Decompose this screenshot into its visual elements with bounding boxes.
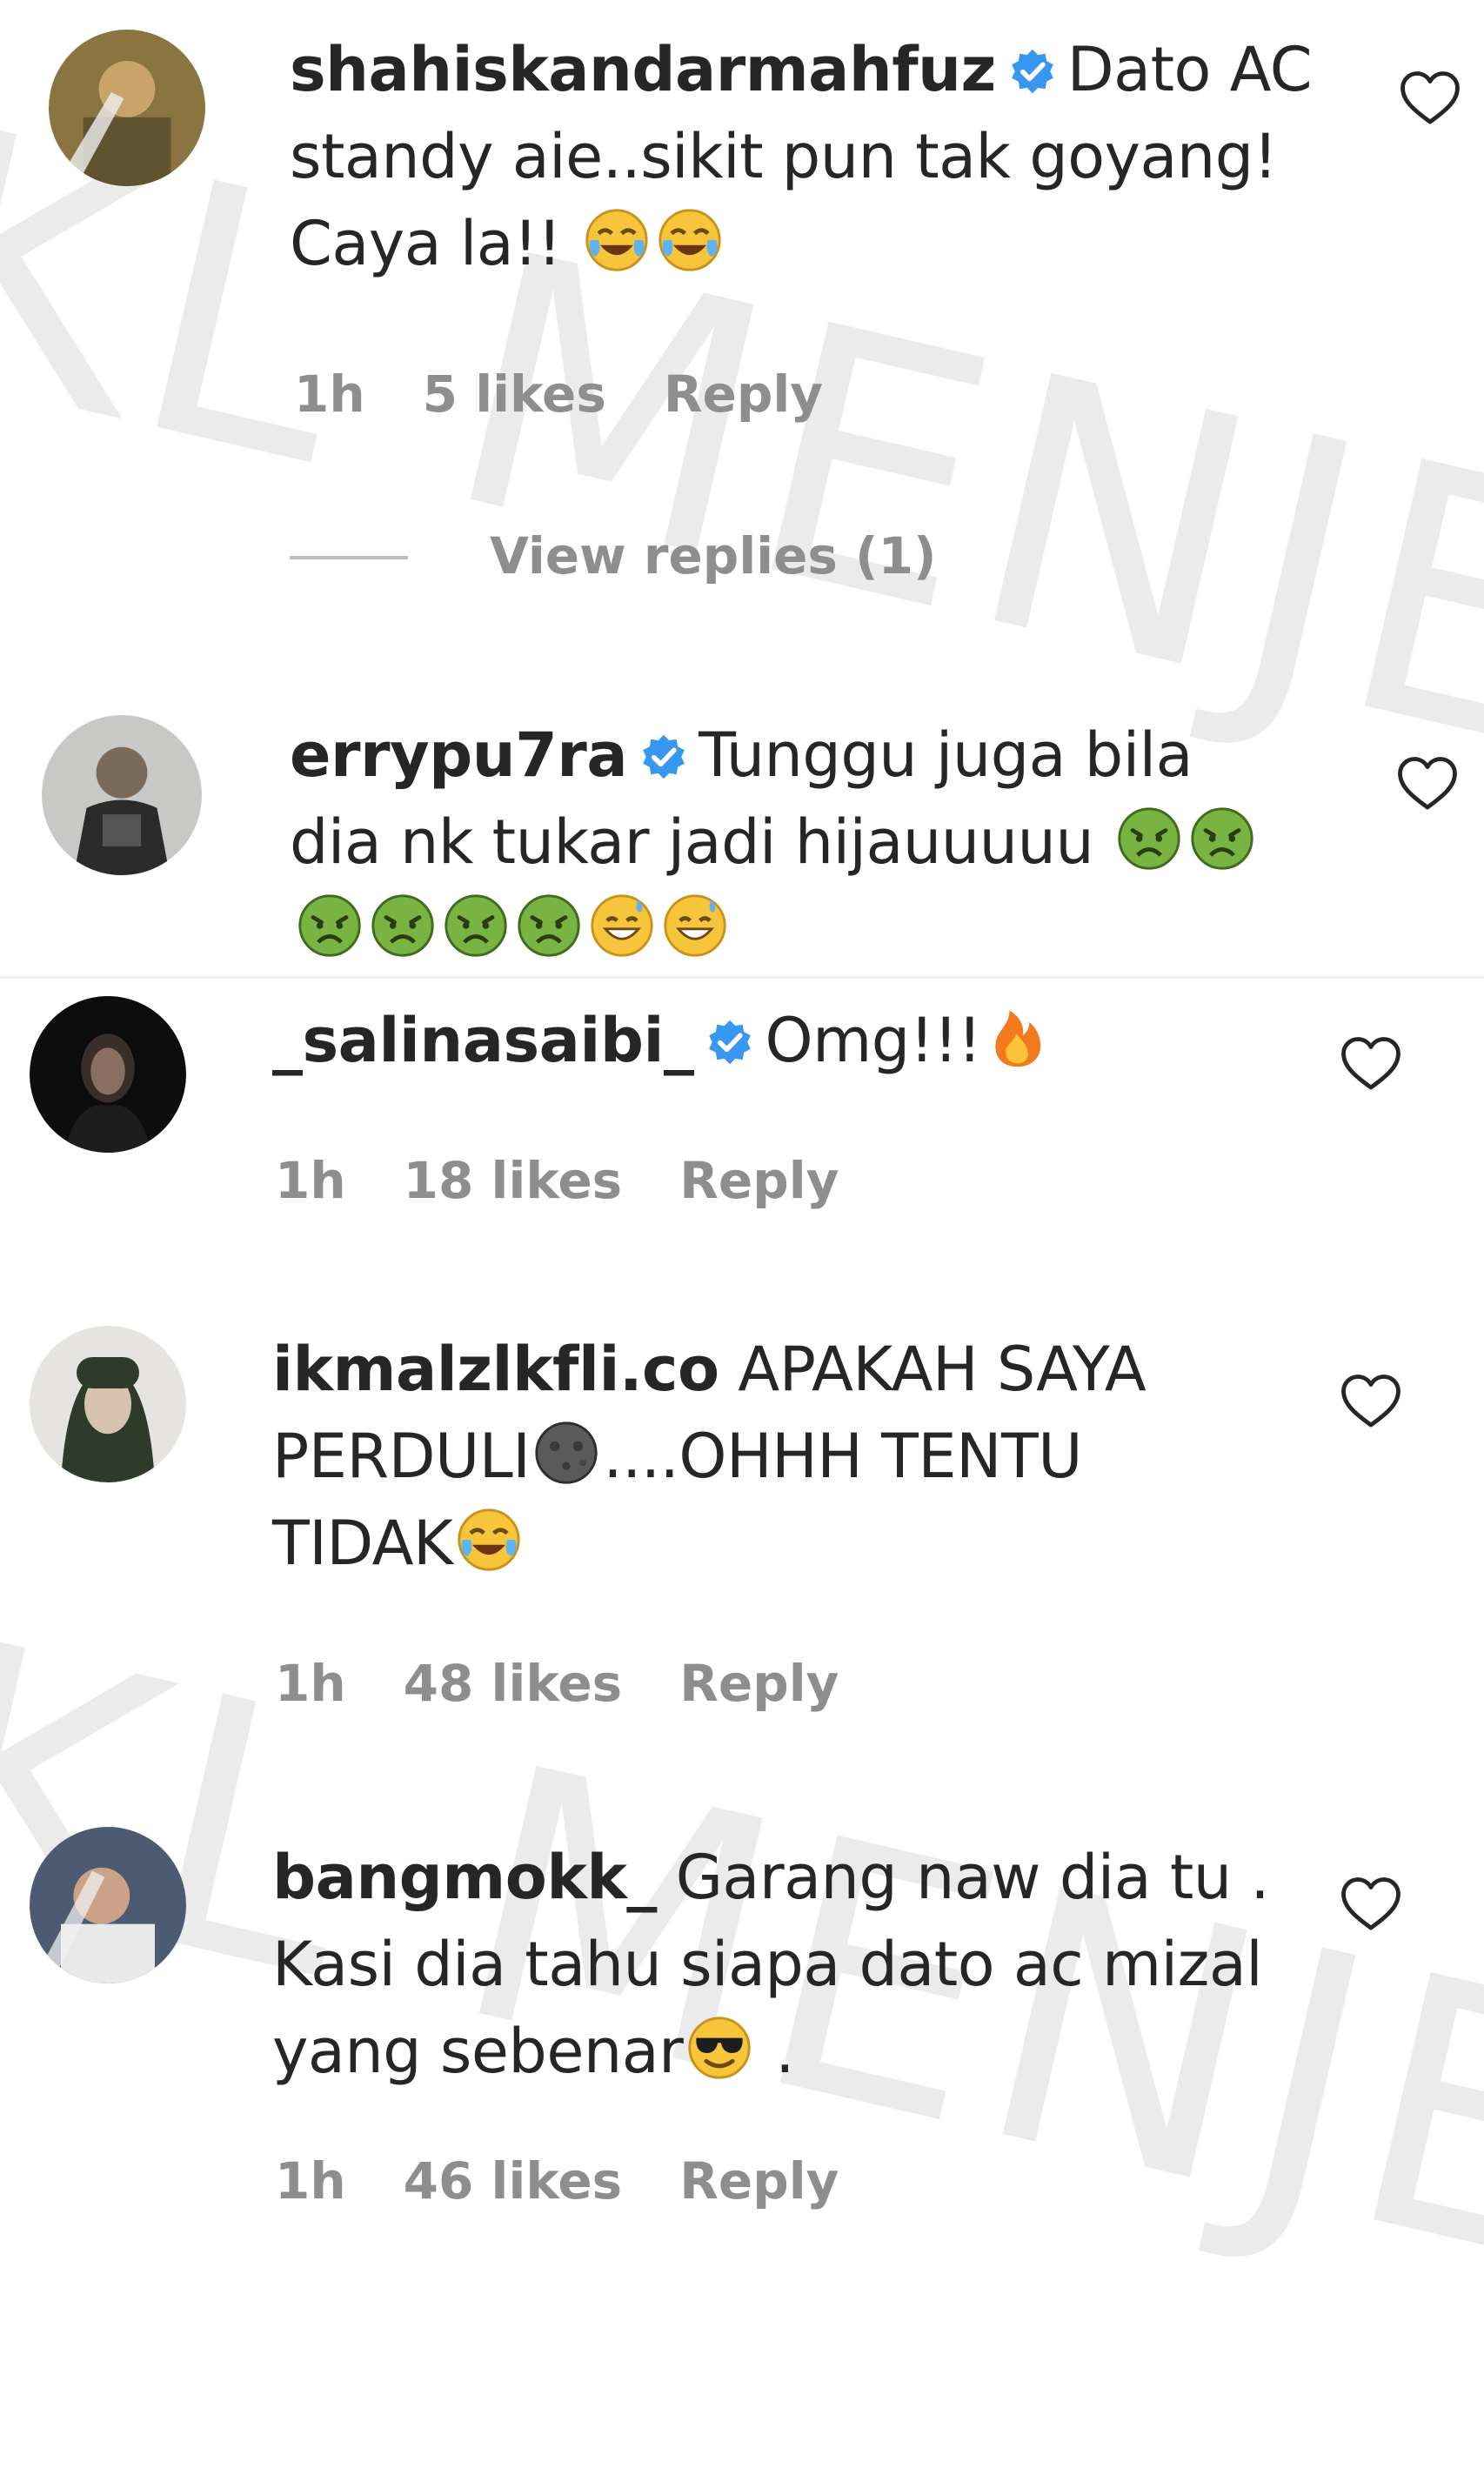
comment-time: 1h: [275, 1151, 346, 1210]
comment-line: standy aie..sikit pun tak goyang!: [290, 121, 1278, 192]
nauseated-face-emoji-icon: [443, 893, 509, 959]
comment-meta: 1h 46 likes Reply: [275, 2151, 896, 2211]
comment-username[interactable]: _salinasaibi_: [272, 1005, 694, 1076]
comment-username[interactable]: bangmokk_: [272, 1842, 657, 1913]
nauseated-face-emoji-icon: [370, 893, 436, 959]
comment-line: TIDAK: [272, 1508, 453, 1579]
comment-likes[interactable]: 46 likes: [404, 2151, 623, 2211]
view-replies-label: View replies (1): [490, 526, 937, 585]
reply-button[interactable]: Reply: [679, 2151, 839, 2211]
comment-line: Kasi dia tahu siapa dato ac mizal: [272, 1929, 1263, 2000]
comment-line: .: [775, 2016, 794, 2087]
verified-badge-icon: [639, 732, 688, 781]
new-moon-face-emoji-icon: [533, 1420, 599, 1486]
avatar[interactable]: [30, 1827, 186, 1983]
comment-time: 1h: [294, 365, 365, 424]
reply-button[interactable]: Reply: [679, 1151, 839, 1210]
comment-meta: 1h 5 likes Reply: [294, 364, 880, 425]
view-replies-line: [290, 556, 408, 559]
comment-line: APAKAH SAYA: [738, 1334, 1146, 1405]
avatar[interactable]: [49, 30, 205, 186]
avatar[interactable]: [42, 715, 202, 875]
nauseated-face-emoji-icon: [516, 893, 582, 959]
comment-likes[interactable]: 5 likes: [423, 365, 606, 424]
sunglasses-face-emoji-icon: [686, 2015, 752, 2081]
comment-text: errypu7ra Tunggu juga bila dia nk tukar j…: [290, 712, 1377, 973]
tears-of-joy-emoji-icon: [456, 1507, 522, 1573]
comment-line: PERDULI: [272, 1421, 531, 1492]
verified-badge-icon: [1008, 47, 1057, 96]
divider: [0, 976, 1484, 979]
comment-username[interactable]: ikmalzlkfli.co: [272, 1334, 719, 1405]
comment-likes[interactable]: 48 likes: [404, 1654, 623, 1713]
comment-likes[interactable]: 18 likes: [404, 1151, 623, 1210]
like-heart-icon[interactable]: [1399, 70, 1461, 127]
comment-time: 1h: [275, 1654, 346, 1713]
verified-badge-icon: [705, 1018, 754, 1067]
avatar[interactable]: [30, 996, 186, 1153]
reply-button[interactable]: Reply: [679, 1654, 839, 1713]
like-heart-icon[interactable]: [1340, 1035, 1402, 1093]
tears-of-joy-emoji-icon: [657, 207, 723, 273]
comment-username[interactable]: errypu7ra: [290, 719, 628, 791]
nauseated-face-emoji-icon: [1116, 806, 1182, 872]
comment-line: Caya la!!: [290, 208, 562, 279]
reply-button[interactable]: Reply: [664, 365, 823, 424]
grinning-sweat-emoji-icon: [589, 893, 655, 959]
fire-emoji-icon: [985, 1004, 1051, 1070]
comment-text: shahiskandarmahfuz Dato AC standy aie..si…: [290, 26, 1334, 287]
avatar[interactable]: [30, 1326, 186, 1482]
comment-meta: 1h 18 likes Reply: [275, 1150, 896, 1211]
like-heart-icon[interactable]: [1396, 755, 1459, 813]
comment-line: Dato AC: [1066, 34, 1313, 105]
comment-username[interactable]: shahiskandarmahfuz: [290, 34, 996, 105]
comment-line: ....OHHH TENTU: [603, 1421, 1082, 1492]
comment-time: 1h: [275, 2151, 346, 2211]
tears-of-joy-emoji-icon: [584, 207, 650, 273]
grinning-sweat-emoji-icon: [662, 893, 728, 959]
like-heart-icon[interactable]: [1340, 1876, 1402, 1933]
comment-meta: 1h 48 likes Reply: [275, 1653, 896, 1714]
like-heart-icon[interactable]: [1340, 1373, 1402, 1430]
nauseated-face-emoji-icon: [1189, 806, 1255, 872]
comment-line: Tunggu juga bila: [699, 719, 1193, 791]
comment-line: dia nk tukar jadi hijauuuuu: [290, 806, 1094, 878]
nauseated-face-emoji-icon: [297, 893, 363, 959]
view-replies-button[interactable]: View replies (1): [290, 525, 937, 586]
comment-line: yang sebenar: [272, 2016, 684, 2087]
comment-text: ikmalzlkfli.co APAKAH SAYA PERDULI ....OH…: [272, 1326, 1360, 1587]
comment-text: _salinasaibi_ Omg!!!: [272, 997, 1360, 1084]
comment-text: bangmokk_ Garang naw dia tu . Kasi dia t…: [272, 1834, 1360, 2095]
comment-line: Omg!!!: [765, 1005, 982, 1076]
comment-line: Garang naw dia tu .: [675, 1842, 1270, 1913]
